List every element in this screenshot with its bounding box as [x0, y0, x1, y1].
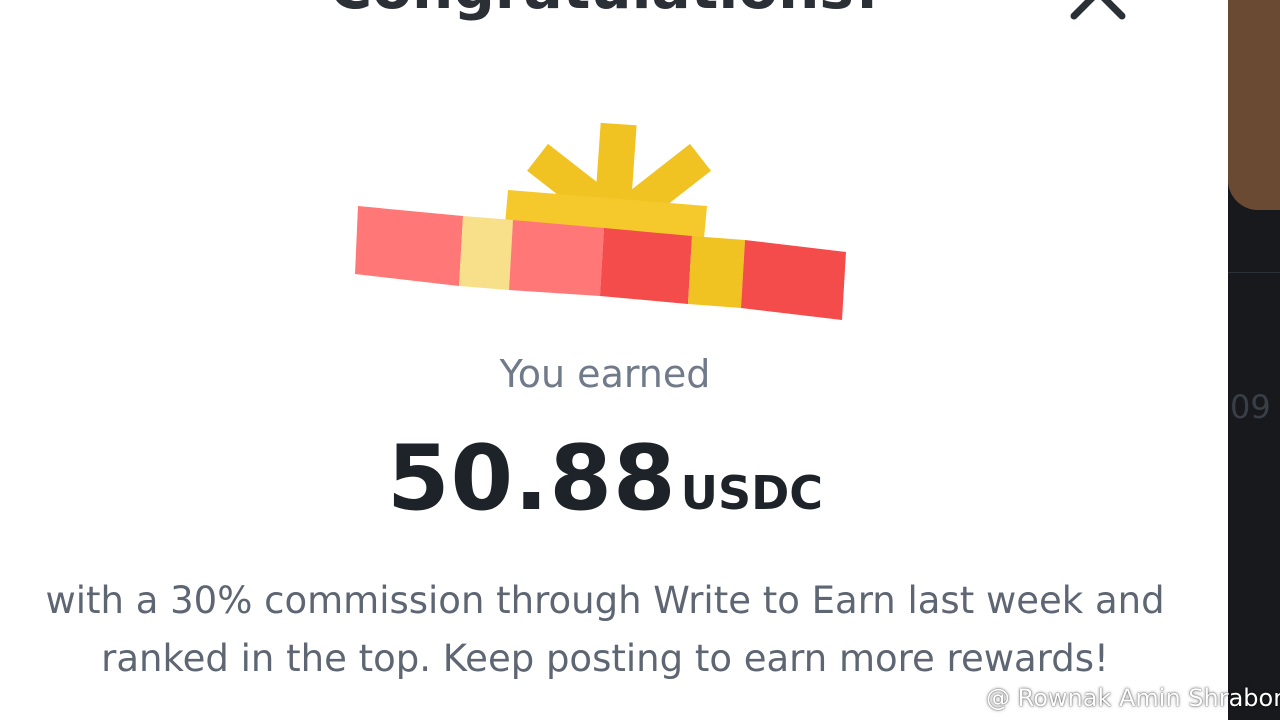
background-page-strip: 09: [1228, 0, 1280, 720]
close-button[interactable]: [1070, 0, 1130, 24]
modal-title: Congratulations!: [0, 0, 1210, 22]
watermark: @ Rownak Amin Shrabon: [954, 680, 1280, 716]
gift-icon: [355, 122, 846, 320]
watermark-text: @ Rownak Amin Shrabon: [986, 684, 1280, 712]
reward-description: with a 30% commission through Write to E…: [45, 579, 1165, 680]
background-photo: [1228, 0, 1280, 210]
binance-logo-icon: [954, 685, 980, 711]
amount-currency: USDC: [680, 466, 824, 520]
background-number: 09: [1230, 388, 1271, 426]
reward-modal: Congratulations! You earned 50.88USDC wi…: [0, 0, 1228, 720]
background-divider: [1228, 272, 1280, 273]
earned-amount: 50.88USDC: [0, 426, 1210, 531]
earned-label: You earned: [499, 352, 711, 396]
close-icon: [1070, 0, 1126, 20]
amount-value: 50.88: [386, 426, 677, 531]
